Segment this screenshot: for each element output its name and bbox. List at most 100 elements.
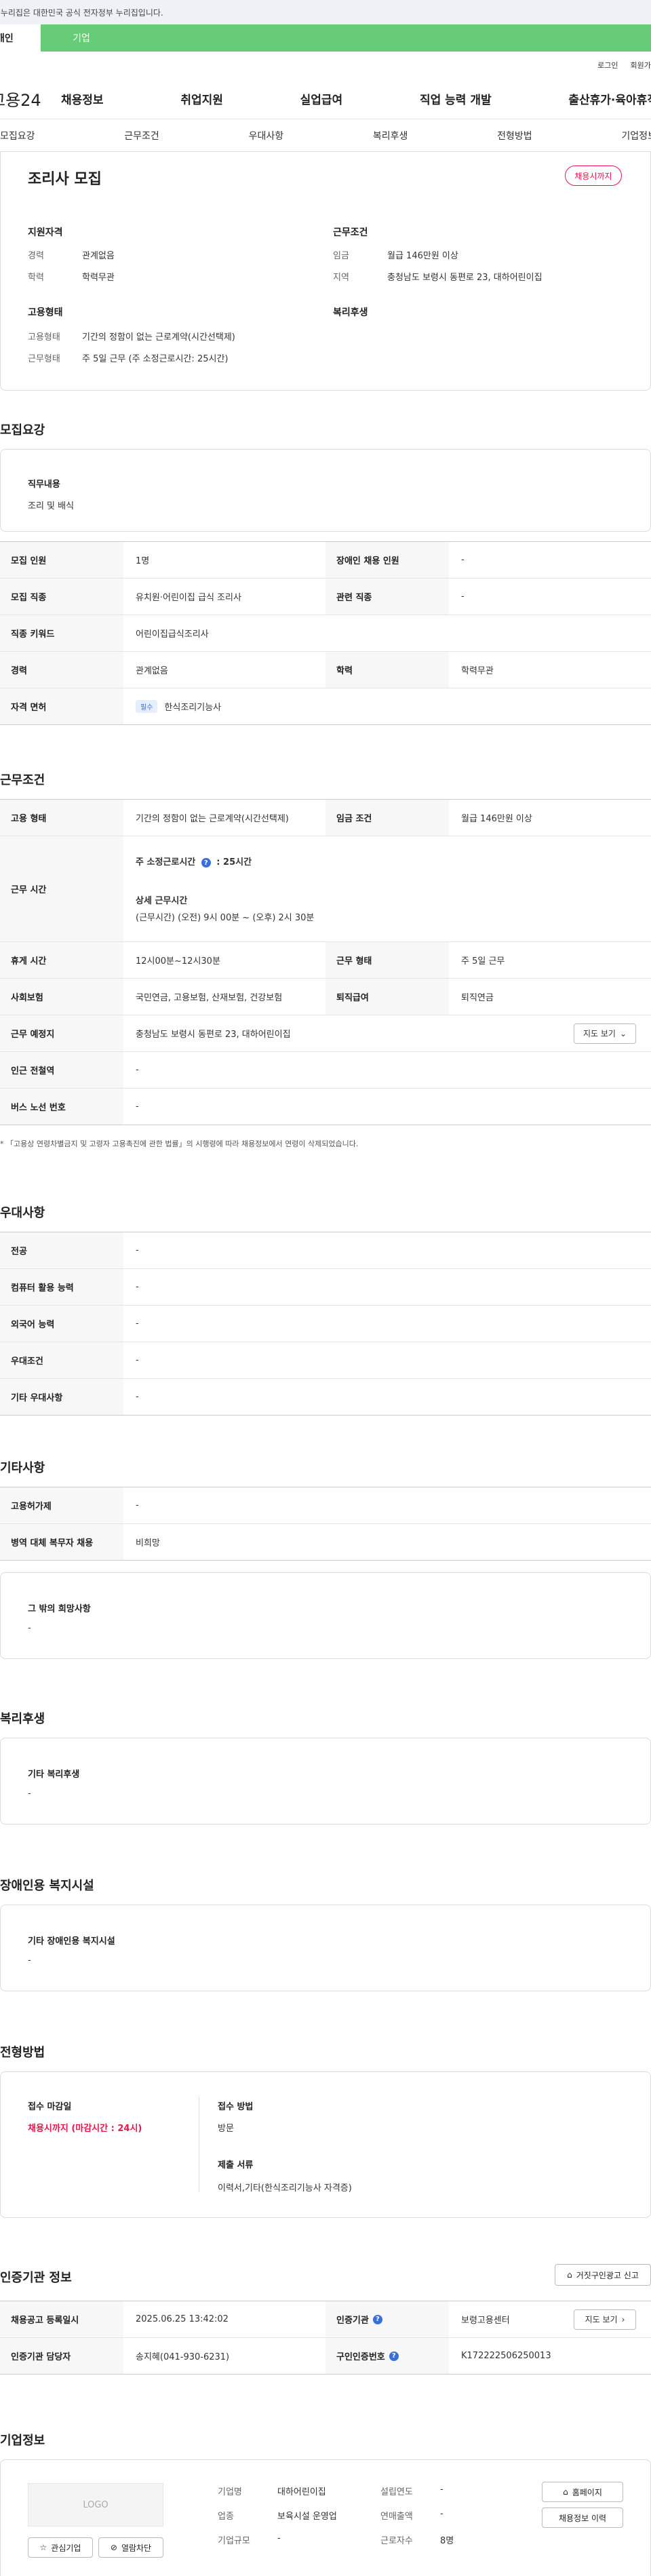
homepage-button[interactable]: ⌂ 홈페이지 [542, 2482, 623, 2502]
num-label-cell: 구인인증번호? [326, 2338, 449, 2374]
pref-label: 컴퓨터 활용 능력 [0, 1269, 123, 1305]
company-size-label: 기업규모 [218, 2536, 250, 2546]
main-nav: 채용정보 취업지원 실업급여 직업 능력 개발 출산휴가·육아휴직 [61, 90, 651, 107]
pref-value: - [136, 1282, 139, 1292]
welfare-value: - [28, 1789, 31, 1799]
recruit-disabled: - [461, 555, 465, 565]
table-row: 채용공고 등록일시 2025.06.25 13:42:02 인증기관? 보령고용… [0, 2301, 651, 2338]
selection-title: 전형방법 [0, 2046, 45, 2060]
gov-banner-text: 이 누리집은 대한민국 공식 전자정부 누리집입니다. [0, 7, 163, 18]
site-logo[interactable]: 고용24 [0, 87, 61, 111]
cond-sev-label: 퇴직급여 [326, 979, 449, 1015]
summary-region: 충청남도 보령시 동편로 23, 대하어린이집 [387, 273, 542, 283]
favorite-button[interactable]: ☆ 관심기업 [28, 2537, 93, 2558]
cond-time-cell: 주 소정근로시간 ? : 25시간 상세 근무시간 (근무시간) (오전) 9시… [123, 836, 651, 941]
summary-qual-title: 지원자격 [28, 227, 63, 238]
summary-region-label: 지역 [333, 273, 349, 283]
table-row: 사회보험 국민연금, 고용보험, 산재보험, 건강보험 퇴직급여 퇴직연금 [0, 979, 651, 1015]
join-link[interactable]: 회원가입 [631, 60, 651, 71]
summary-wage: 월급 146만원 이상 [387, 251, 458, 261]
tab-personal[interactable]: 개인 [0, 24, 41, 52]
recruit-edu: 학력무관 [461, 666, 494, 676]
method-value: 방문 [218, 2124, 234, 2134]
info-icon: ? [389, 2351, 399, 2361]
table-row: 외국어 능력 - [0, 1306, 651, 1342]
table-row: 근무 시간 주 소정근로시간 ? : 25시간 상세 근무시간 (근무시간) (… [0, 836, 651, 942]
cond-ins: 국민연금, 고용보험, 산재보험, 건강보험 [136, 993, 283, 1003]
tab-recruit[interactable]: 모집요강 [0, 129, 35, 142]
other-value: - [28, 1623, 31, 1633]
deadline-badge: 채용시까지 [565, 165, 622, 186]
company-logo: LOGO [28, 2483, 163, 2526]
table-row: 모집 인원 1명 장애인 채용 인원 - [0, 542, 651, 579]
cond-place: 충청남도 보령시 동편로 23, 대하어린이집 [136, 1030, 291, 1040]
tab-selection[interactable]: 전형방법 [497, 129, 532, 142]
agency-title: 인증기관 정보 [0, 2271, 72, 2285]
company-size: - [277, 2533, 281, 2543]
pref-value: - [136, 1392, 139, 1402]
company-year: - [440, 2484, 443, 2495]
recruit-license: 한식조리기능사 [164, 703, 222, 713]
etc-label: 고용허가제 [0, 1487, 123, 1523]
nav-jobs[interactable]: 채용정보 [61, 90, 104, 107]
pref-value: - [136, 1355, 139, 1365]
summary-cond-title: 근무조건 [333, 227, 368, 238]
nav-training[interactable]: 직업 능력 개발 [420, 90, 492, 107]
table-row: 기타 우대사항 - [0, 1379, 651, 1416]
company-industry: 보육시설 운영업 [277, 2512, 337, 2522]
table-row: 전공 - [0, 1232, 651, 1269]
main-header: 고용24 채용정보 취업지원 실업급여 직업 능력 개발 출산휴가·육아휴직 [0, 79, 651, 119]
selection-card: 접수 마감일 채용시까지 (마감시간 : 24시) 접수 방법 방문 제출 서류… [0, 2071, 651, 2218]
report-button[interactable]: ⌂ 거짓구인광고 신고 [555, 2264, 651, 2286]
company-card: LOGO ☆ 관심기업 ⊘ 열람차단 기업명 대하어린이집 설립연도 - 업종 보육… [0, 2459, 651, 2576]
weekly-hours-line: 주 소정근로시간 ? : 25시간 [136, 857, 252, 868]
login-link[interactable]: 로그인 [597, 60, 618, 71]
home-icon: ⌂ [563, 2487, 568, 2497]
agency-map-button[interactable]: 지도 보기 › [574, 2309, 636, 2330]
recruit-job-label: 모집 직종 [0, 579, 123, 614]
disabled-label: 기타 장애인용 복지시설 [28, 1936, 115, 1947]
company-title: 기업정보 [0, 2434, 45, 2448]
cond-break-label: 휴게 시간 [0, 942, 123, 978]
table-row: 고용 형태 기간의 정함이 없는 근로계약(시간선택제) 임금 조건 월급 14… [0, 800, 651, 836]
reg-value: 2025.06.25 13:42:02 [136, 2314, 229, 2324]
summary-emptype: 기간의 정함이 없는 근로계약(시간선택제) [82, 332, 235, 343]
cond-emp: 기간의 정함이 없는 근로계약(시간선택제) [136, 814, 289, 824]
table-row: 자격 면허 필수 한식조리기능사 [0, 688, 651, 725]
star-icon: ☆ [39, 2543, 47, 2552]
disabled-value: - [28, 1955, 31, 1966]
duty-label: 직무내용 [28, 480, 60, 490]
tab-preference[interactable]: 우대사항 [249, 129, 284, 142]
conditions-table: 고용 형태 기간의 정함이 없는 근로계약(시간선택제) 임금 조건 월급 14… [0, 799, 651, 1125]
gov-banner: 이 누리집은 대한민국 공식 전자정부 누리집입니다. [0, 0, 651, 24]
pref-value: - [136, 1319, 139, 1329]
company-sales: - [440, 2509, 443, 2519]
summary-exp-label: 경력 [28, 251, 44, 261]
summary-exp: 관계없음 [82, 251, 115, 261]
company-industry-label: 업종 [218, 2512, 234, 2522]
duty-value: 조리 및 배식 [28, 501, 75, 511]
history-button[interactable]: 채용정보 이력 [542, 2507, 623, 2528]
nav-unemployment[interactable]: 실업급여 [300, 90, 343, 107]
detail-hours: (근무시간) (오전) 9시 00분 ~ (오후) 2시 30분 [136, 913, 315, 924]
nav-employment-support[interactable]: 취업지원 [180, 90, 223, 107]
recruit-related-label: 관련 직종 [326, 579, 449, 614]
summary-welfare-title: 복리후생 [333, 307, 368, 318]
cond-place-cell: 충청남도 보령시 동편로 23, 대하어린이집 지도 보기 ⌄ [123, 1015, 651, 1051]
map-button[interactable]: 지도 보기 ⌄ [574, 1023, 636, 1044]
tab-company[interactable]: 기업 [41, 24, 122, 52]
summary-wage-label: 임금 [333, 251, 349, 261]
tab-conditions[interactable]: 근무조건 [124, 129, 159, 142]
block-button[interactable]: ⊘ 열람차단 [98, 2537, 163, 2558]
conditions-title: 근무조건 [0, 773, 45, 787]
nav-parental-leave[interactable]: 출산휴가·육아휴직 [568, 90, 651, 107]
company-staff-label: 근로자수 [380, 2536, 413, 2546]
tab-company-info[interactable]: 기업정보 [621, 129, 651, 142]
recruit-job: 유치원·어린이집 급식 조리사 [136, 593, 241, 603]
summary-edu: 학력무관 [82, 273, 115, 283]
cond-bus-label: 버스 노선 번호 [0, 1089, 123, 1125]
recruit-disabled-label: 장애인 채용 인원 [326, 542, 449, 578]
manager-label: 인증기관 담당자 [0, 2338, 123, 2374]
cond-station-label: 인근 전철역 [0, 1052, 123, 1088]
tab-welfare[interactable]: 복리후생 [373, 129, 408, 142]
